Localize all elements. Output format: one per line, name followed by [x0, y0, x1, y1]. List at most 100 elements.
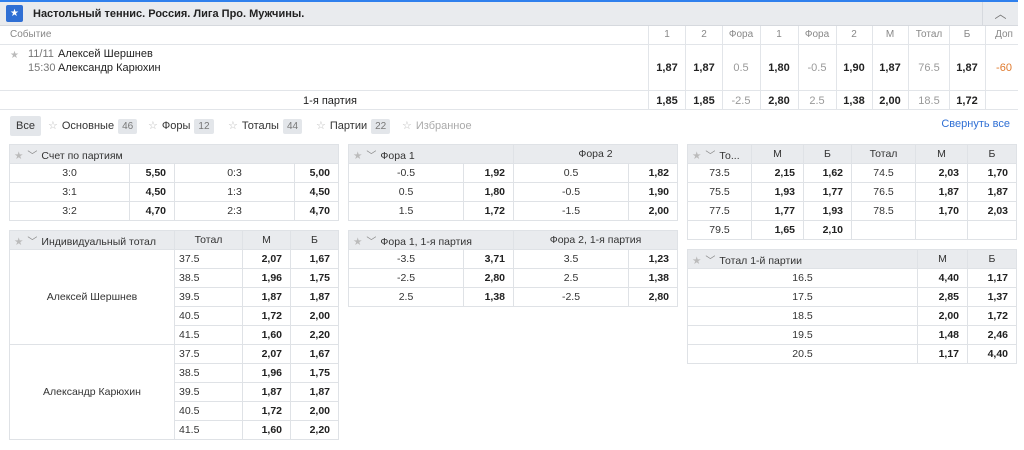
odd[interactable]: 1,23 — [628, 249, 678, 269]
set-odd-fora2[interactable]: 1,38 — [837, 95, 871, 107]
odd[interactable]: 1,82 — [628, 163, 678, 183]
odd[interactable]: 1,38 — [628, 268, 678, 288]
odd[interactable]: 1,17 — [967, 268, 1017, 288]
odd[interactable]: 1,48 — [917, 325, 968, 345]
tab-sets[interactable]: ☆ Партии 22 — [316, 116, 391, 136]
odd[interactable]: 4,70 — [129, 201, 175, 221]
fora1-header[interactable]: ★ ﹀ Фора 1 — [348, 144, 514, 164]
odd[interactable]: 1,93 — [751, 182, 804, 202]
star-icon[interactable]: ★ — [353, 150, 362, 162]
odd[interactable]: 1,62 — [803, 163, 852, 183]
odd[interactable]: 1,77 — [803, 182, 852, 202]
odd[interactable]: 1,37 — [967, 287, 1017, 307]
chevron-down-icon[interactable]: ﹀ — [366, 151, 376, 162]
total-set-header[interactable]: ★ ﹀ Тотал 1-й партии — [687, 249, 918, 269]
set-odd-fora1[interactable]: 2,80 — [761, 95, 797, 107]
chevron-down-icon[interactable]: ﹀ — [27, 151, 37, 162]
odd[interactable]: 2,07 — [242, 344, 291, 364]
league-header[interactable]: ★ Настольный теннис. Россия. Лига Про. М… — [0, 0, 1018, 26]
odd[interactable]: 1,87 — [290, 287, 339, 307]
odd[interactable]: 1,60 — [242, 325, 291, 345]
odd[interactable]: 4,50 — [129, 182, 175, 202]
chevron-up-icon[interactable]: ︿ — [982, 2, 1018, 26]
odd[interactable]: 1,87 — [242, 382, 291, 402]
odd[interactable]: 1,87 — [915, 182, 968, 202]
odd[interactable]: 2,00 — [290, 306, 339, 326]
indiv-header[interactable]: ★ ﹀ Индивидуальный тотал — [9, 230, 175, 250]
odd[interactable]: 2,10 — [803, 220, 852, 240]
odd-b[interactable]: 1,87 — [950, 62, 984, 74]
odd-2[interactable]: 1,87 — [687, 62, 721, 74]
odd-fora2[interactable]: 1,90 — [837, 62, 871, 74]
odd[interactable]: 1,96 — [242, 268, 291, 288]
odd[interactable]: 1,67 — [290, 344, 339, 364]
star-icon[interactable]: ★ — [692, 150, 701, 162]
tab-favorites[interactable]: ☆ Избранное — [402, 116, 472, 136]
odd[interactable]: 2,20 — [290, 420, 339, 440]
odd[interactable]: 2,00 — [917, 306, 968, 326]
odd[interactable]: 1,70 — [967, 163, 1017, 183]
chevron-down-icon[interactable]: ﹀ — [27, 237, 37, 248]
odd[interactable]: 4,50 — [294, 182, 339, 202]
odd[interactable]: 1,75 — [290, 363, 339, 383]
odd[interactable]: 2,85 — [917, 287, 968, 307]
chevron-down-icon[interactable]: ﹀ — [705, 151, 715, 162]
odd[interactable]: 1,60 — [242, 420, 291, 440]
odd[interactable]: 1,72 — [242, 306, 291, 326]
odd[interactable]: 1,72 — [967, 306, 1017, 326]
odd[interactable]: 1,96 — [242, 363, 291, 383]
set-odd-1[interactable]: 1,85 — [650, 95, 684, 107]
odd[interactable]: 2,15 — [751, 163, 804, 183]
odd[interactable]: 2,03 — [915, 163, 968, 183]
dop-link[interactable]: -60 — [986, 62, 1022, 74]
odd-m[interactable]: 1,87 — [873, 62, 907, 74]
odd[interactable]: 1,72 — [463, 201, 514, 221]
odd-1[interactable]: 1,87 — [650, 62, 684, 74]
odd[interactable]: 2,80 — [628, 287, 678, 307]
odd[interactable]: 1,72 — [242, 401, 291, 421]
odd[interactable]: 1,77 — [751, 201, 804, 221]
odd[interactable]: 1,92 — [463, 163, 514, 183]
odd[interactable]: 1,38 — [463, 287, 514, 307]
star-icon[interactable]: ★ — [14, 236, 23, 248]
star-icon[interactable]: ★ — [353, 236, 362, 248]
tab-totals[interactable]: ☆ Тоталы 44 — [228, 116, 303, 136]
star-icon[interactable]: ★ — [6, 5, 23, 22]
odd[interactable]: 4,40 — [967, 344, 1017, 364]
odd[interactable]: 2,80 — [463, 268, 514, 288]
odd[interactable]: 4,70 — [294, 201, 339, 221]
odd[interactable]: 3,71 — [463, 249, 514, 269]
odd-fora1[interactable]: 1,80 — [761, 62, 797, 74]
chevron-down-icon[interactable]: ﹀ — [366, 237, 376, 248]
star-icon[interactable]: ★ — [692, 255, 701, 267]
odd[interactable]: 1,65 — [751, 220, 804, 240]
odd[interactable]: 1,75 — [290, 268, 339, 288]
odd[interactable]: 1,87 — [242, 287, 291, 307]
score-header[interactable]: ★ ﹀ Счет по партиям — [9, 144, 339, 164]
odd[interactable]: 5,00 — [294, 163, 339, 183]
set-odd-b[interactable]: 1,72 — [950, 95, 984, 107]
fora-set1-header[interactable]: ★ ﹀ Фора 1, 1-я партия — [348, 230, 514, 250]
totals-header[interactable]: ★ ﹀ То... — [687, 144, 752, 164]
odd[interactable]: 1,80 — [463, 182, 514, 202]
odd[interactable]: 1,90 — [628, 182, 678, 202]
odd[interactable]: 5,50 — [129, 163, 175, 183]
tab-all[interactable]: Все — [10, 116, 41, 136]
odd[interactable]: 1,70 — [915, 201, 968, 221]
star-icon[interactable]: ★ — [14, 150, 23, 162]
odd[interactable] — [915, 220, 968, 240]
chevron-down-icon[interactable]: ﹀ — [705, 256, 715, 267]
odd[interactable]: 2,03 — [967, 201, 1017, 221]
odd[interactable]: 2,20 — [290, 325, 339, 345]
odd[interactable] — [967, 220, 1017, 240]
odd[interactable]: 4,40 — [917, 268, 968, 288]
odd[interactable]: 2,00 — [290, 401, 339, 421]
odd[interactable]: 1,87 — [290, 382, 339, 402]
set-odd-2[interactable]: 1,85 — [687, 95, 721, 107]
tab-main[interactable]: ☆ Основные 46 — [48, 116, 138, 136]
odd[interactable]: 1,87 — [967, 182, 1017, 202]
odd[interactable]: 2,00 — [628, 201, 678, 221]
odd[interactable]: 2,07 — [242, 249, 291, 269]
odd[interactable]: 1,93 — [803, 201, 852, 221]
star-icon[interactable]: ★ — [10, 50, 19, 61]
